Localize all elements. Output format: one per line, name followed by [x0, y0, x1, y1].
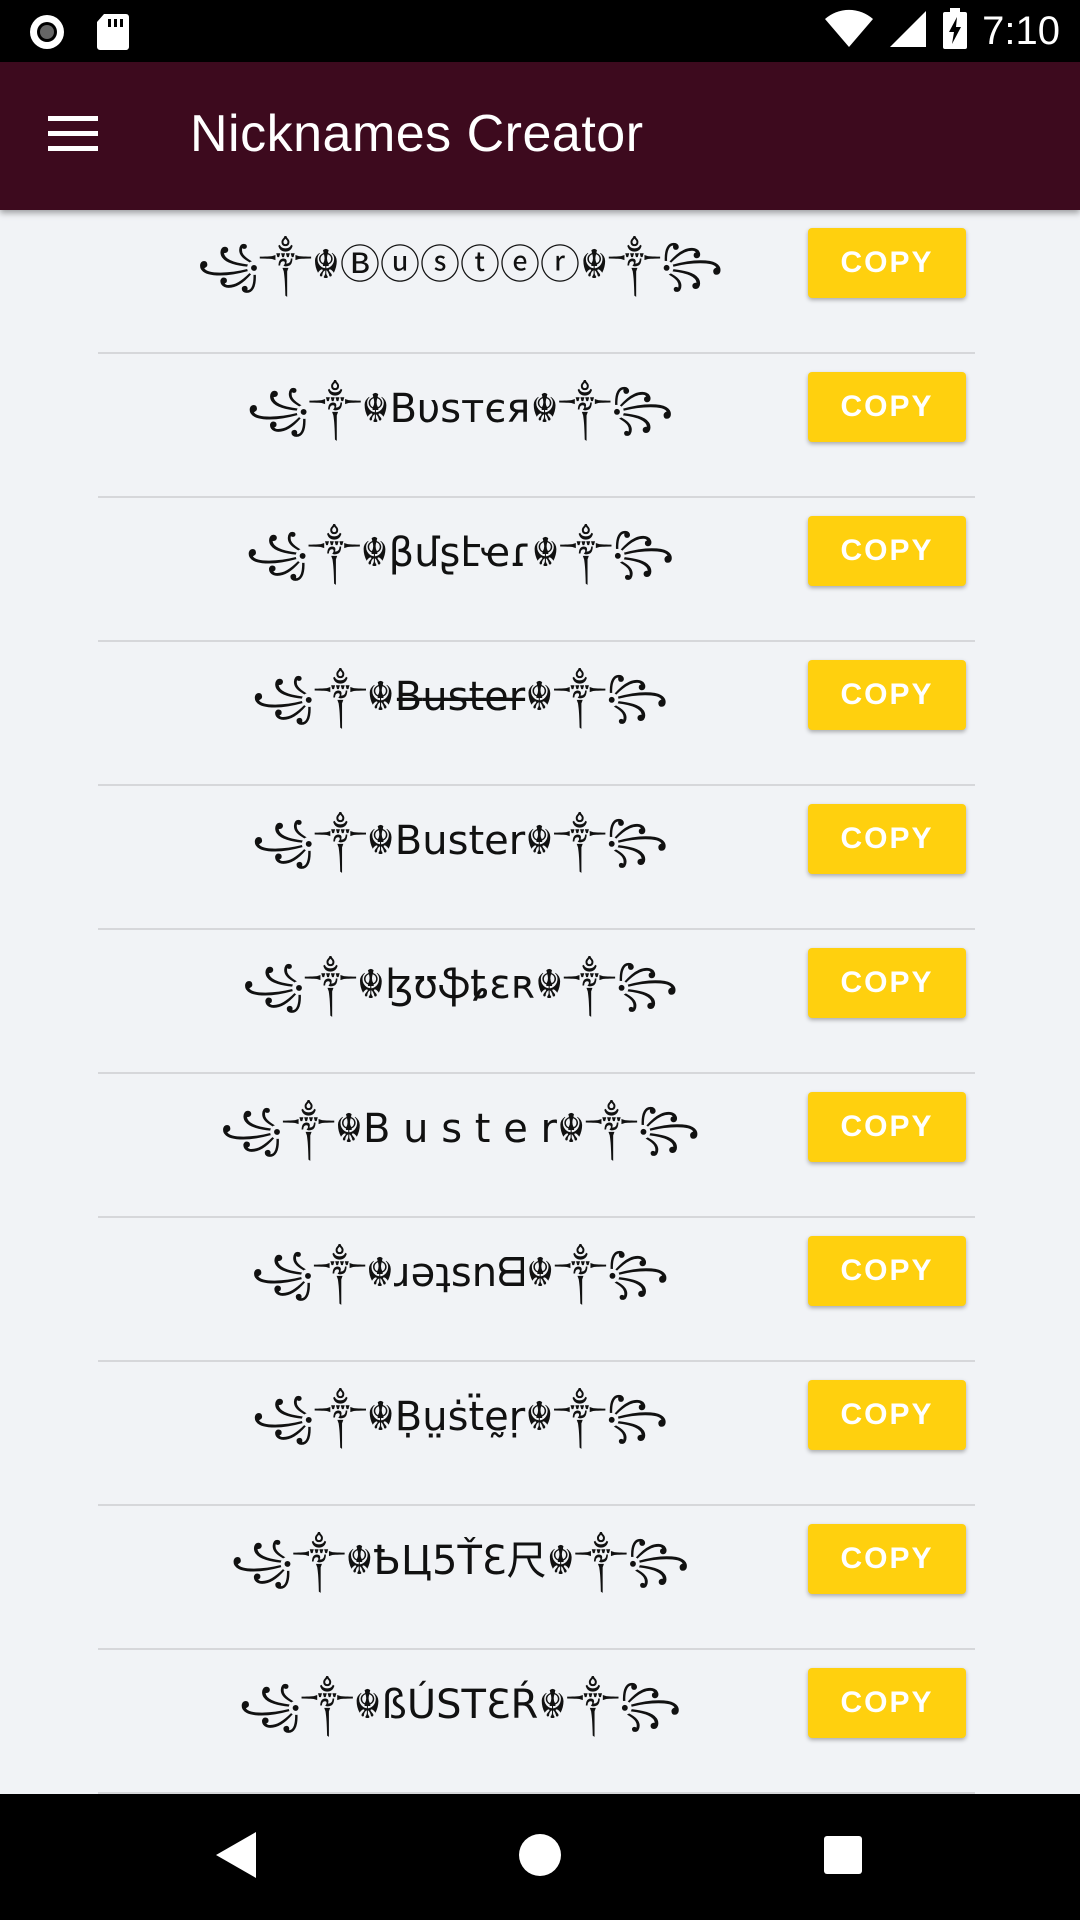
home-button[interactable] [507, 1824, 573, 1890]
list-item: ꧁༒☬ßÚSTƐŔ☬༒꧂ COPY [0, 1650, 1080, 1794]
nickname-text: ꧁༒☬Buster☬༒꧂ [251, 817, 669, 864]
list-item: ꧁༒☬βմʂէҽɾ☬༒꧂ COPY [0, 498, 1080, 642]
signal-icon [888, 9, 928, 54]
screen: 7:10 Nicknames Creator ꧁༒☬Ⓑⓤⓢⓣⓔⓡ☬༒꧂ COPY… [0, 0, 1080, 1920]
list-item: ꧁༒☬ҌЦ5ŤƐ尺☬༒꧂ COPY [0, 1506, 1080, 1650]
list-item: ꧁༒☬ɮʊֆȶɛʀ☬༒꧂ COPY [0, 930, 1080, 1074]
nickname-text: ꧁༒☬ɹǝʇsnᗺ☬༒꧂ [250, 1249, 670, 1296]
nickname-text: ꧁༒☬Ḅṳṡẗḛṛ☬༒꧂ [251, 1393, 669, 1440]
nickname-text: ꧁༒☬βմʂէҽɾ☬༒꧂ [245, 529, 675, 576]
nickname-text: ꧁༒☬Bυsтєя☬༒꧂ [246, 385, 674, 432]
nickname-text: ꧁༒☬ßÚSTƐŔ☬༒꧂ [238, 1681, 682, 1728]
recents-button[interactable] [810, 1824, 876, 1890]
home-icon [517, 1832, 563, 1883]
back-button[interactable] [202, 1824, 268, 1890]
copy-button[interactable]: COPY [808, 1380, 966, 1450]
record-icon [28, 13, 66, 56]
app-bar: Nicknames Creator [0, 62, 1080, 210]
copy-button[interactable]: COPY [808, 228, 966, 298]
list-item: ꧁༒☬ɹǝʇsnᗺ☬༒꧂ COPY [0, 1218, 1080, 1362]
menu-button[interactable] [40, 106, 106, 166]
status-time: 7:10 [982, 9, 1060, 53]
menu-icon [48, 115, 98, 157]
back-icon [212, 1830, 258, 1885]
copy-button[interactable]: COPY [808, 1092, 966, 1162]
list-item: ꧁༒☬Ḅṳṡẗḛṛ☬༒꧂ COPY [0, 1362, 1080, 1506]
sd-card-icon [96, 13, 130, 56]
nickname-text: ꧁༒☬B u s t e r☬༒꧂ [219, 1105, 701, 1152]
copy-button[interactable]: COPY [808, 372, 966, 442]
copy-button[interactable]: COPY [808, 948, 966, 1018]
copy-button[interactable]: COPY [808, 804, 966, 874]
navigation-bar [0, 1794, 1080, 1920]
list-item: ꧁༒☬B u s t e r☬༒꧂ COPY [0, 1074, 1080, 1218]
list-item: ꧁༒☬Buster☬༒꧂ COPY [0, 786, 1080, 930]
nickname-text: ꧁༒☬Ⓑⓤⓢⓣⓔⓡ☬༒꧂ [196, 241, 724, 288]
copy-button[interactable]: COPY [808, 1524, 966, 1594]
nickname-list[interactable]: ꧁༒☬Ⓑⓤⓢⓣⓔⓡ☬༒꧂ COPY ꧁༒☬Bυsтєя☬༒꧂ COPY ꧁༒☬β… [0, 210, 1080, 1794]
list-item: ꧁༒☬Bυsтєя☬༒꧂ COPY [0, 354, 1080, 498]
copy-button[interactable]: COPY [808, 516, 966, 586]
app-title: Nicknames Creator [190, 105, 644, 163]
recents-icon [822, 1834, 864, 1881]
wifi-icon [824, 9, 874, 54]
list-item: ꧁༒☬B̶u̶s̶t̶e̶r̶☬༒꧂ COPY [0, 642, 1080, 786]
copy-button[interactable]: COPY [808, 660, 966, 730]
list-item: ꧁༒☬Ⓑⓤⓢⓣⓔⓡ☬༒꧂ COPY [0, 210, 1080, 354]
nickname-text: ꧁༒☬B̶u̶s̶t̶e̶r̶☬༒꧂ [251, 673, 669, 720]
battery-charging-icon [942, 8, 968, 55]
copy-button[interactable]: COPY [808, 1668, 966, 1738]
status-bar: 7:10 [0, 0, 1080, 62]
nickname-text: ꧁༒☬ɮʊֆȶɛʀ☬༒꧂ [241, 961, 679, 1008]
nickname-text: ꧁༒☬ҌЦ5ŤƐ尺☬༒꧂ [230, 1537, 690, 1584]
copy-button[interactable]: COPY [808, 1236, 966, 1306]
